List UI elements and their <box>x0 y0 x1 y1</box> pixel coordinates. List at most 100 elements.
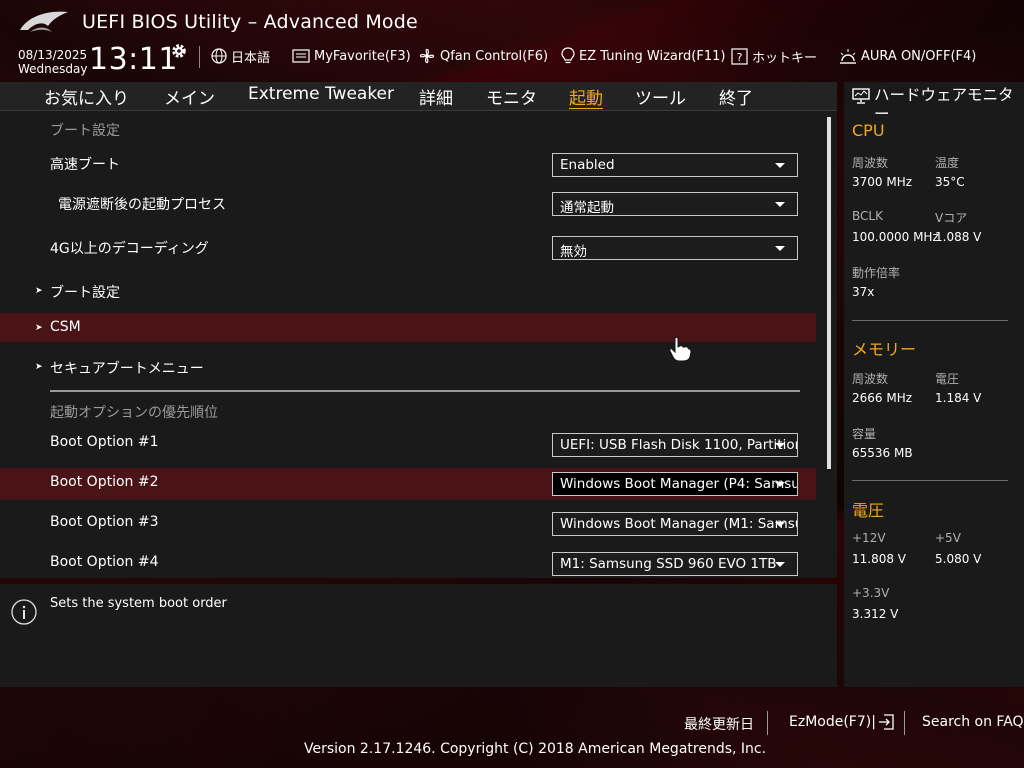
last-modified-button[interactable]: 最終更新日 <box>684 714 754 734</box>
boot-option-2-value: Windows Boot Manager (P4: Samsung SSD) <box>560 476 797 492</box>
above-4g-select[interactable]: 無効 <box>552 236 798 260</box>
fast-boot-row[interactable]: 高速ブート Enabled <box>0 146 816 182</box>
boot-option-4-row[interactable]: Boot Option #4 M1: Samsung SSD 960 EVO 1… <box>0 548 816 578</box>
chevron-down-icon <box>775 562 785 567</box>
ratio-value: 37x <box>852 285 875 299</box>
mem-volt-value: 1.184 V <box>935 391 982 405</box>
tab-exit[interactable]: 終了 <box>719 84 753 109</box>
ez-tuning-wizard-button[interactable]: EZ Tuning Wizard(F11) <box>561 47 725 65</box>
tab-monitor[interactable]: モニタ <box>486 84 537 109</box>
help-text: Sets the system boot order <box>50 596 227 611</box>
hotkey-button[interactable]: ? ホットキー <box>731 47 817 66</box>
qfan-label: Qfan Control(F6) <box>440 48 549 64</box>
v12-label: +12V <box>852 531 886 545</box>
header-separator <box>199 46 200 68</box>
scrollbar[interactable] <box>827 117 831 469</box>
power-loss-select[interactable]: 通常起動 <box>552 192 798 216</box>
date-text: 08/13/2025 <box>18 48 88 62</box>
boot-option-3-label: Boot Option #3 <box>50 514 159 530</box>
vcore-label: Vコア <box>935 211 968 225</box>
submenu-boot-config-label: ブート設定 <box>50 285 120 301</box>
qfan-control-button[interactable]: Qfan Control(F6) <box>418 47 548 65</box>
weekday-text: Wednesday <box>18 62 88 76</box>
gear-icon[interactable] <box>170 42 188 60</box>
question-icon: ? <box>731 47 748 65</box>
bclk-value: 100.0000 MHz <box>852 230 939 244</box>
cpu-temp-label: 温度 <box>935 156 960 170</box>
chevron-right-icon: ➤ <box>35 362 43 372</box>
mem-cap-label: 容量 <box>852 427 877 441</box>
search-faq-button[interactable]: Search on FAQ <box>922 714 1024 730</box>
ez-tuning-label: EZ Tuning Wizard(F11) <box>579 48 726 64</box>
tab-boot[interactable]: 起動 <box>569 84 603 109</box>
boot-option-3-row[interactable]: Boot Option #3 Windows Boot Manager (M1:… <box>0 508 816 540</box>
chevron-down-icon <box>775 163 785 168</box>
boot-option-1-select[interactable]: UEFI: USB Flash Disk 1100, Partition 1 <box>552 433 798 457</box>
help-panel: Sets the system boot order <box>0 584 837 687</box>
tab-extreme-tweaker[interactable]: Extreme Tweaker <box>248 84 394 104</box>
monitor-icon <box>852 88 870 104</box>
globe-icon <box>211 48 227 64</box>
cpu-freq-value: 3700 MHz <box>852 175 913 189</box>
boot-option-2-row[interactable]: Boot Option #2 Windows Boot Manager (P4:… <box>0 468 816 500</box>
above-4g-row[interactable]: 4G以上のデコーディング 無効 <box>0 230 816 266</box>
tab-favorites[interactable]: お気に入り <box>44 84 129 109</box>
boot-option-2-select[interactable]: Windows Boot Manager (P4: Samsung SSD) <box>552 472 798 496</box>
fan-icon <box>419 48 435 64</box>
footer-separator <box>767 711 768 735</box>
boot-config-heading: ブート設定 <box>50 123 120 139</box>
chevron-down-icon <box>775 443 785 448</box>
mem-volt-label: 電圧 <box>935 372 960 386</box>
app-title: UEFI BIOS Utility – Advanced Mode <box>82 11 418 33</box>
boot-option-3-value: Windows Boot Manager (M1: Samsung SSD) <box>560 516 797 532</box>
boot-option-3-select[interactable]: Windows Boot Manager (M1: Samsung SSD) <box>552 512 798 536</box>
mem-freq-value: 2666 MHz <box>852 391 913 405</box>
boot-option-1-value: UEFI: USB Flash Disk 1100, Partition 1 <box>560 437 798 453</box>
tab-main[interactable]: メイン <box>164 84 215 109</box>
tab-advanced[interactable]: 詳細 <box>419 84 453 109</box>
monitor-title-text: ハードウェアモニター <box>874 86 1014 123</box>
header-bar: UEFI BIOS Utility – Advanced Mode 08/13/… <box>0 0 1024 82</box>
boot-option-4-value: M1: Samsung SSD 960 EVO 1TB <box>560 556 777 572</box>
submenu-boot-config[interactable]: ➤ ブート設定 <box>0 276 816 306</box>
hardware-monitor-panel: ハードウェアモニター CPU 周波数 温度 3700 MHz 35°C BCLK… <box>844 82 1024 687</box>
cpu-temp-value: 35°C <box>935 175 965 189</box>
submenu-secure-boot[interactable]: ➤ セキュアブートメニュー <box>0 352 816 382</box>
chevron-down-icon <box>775 202 785 207</box>
above-4g-label: 4G以上のデコーディング <box>50 241 209 257</box>
mem-freq-label: 周波数 <box>852 372 889 386</box>
bclk-label: BCLK <box>852 209 883 223</box>
menu-tabs: お気に入り メイン Extreme Tweaker 詳細 モニタ 起動 ツール … <box>0 82 837 111</box>
submenu-csm[interactable]: ➤ CSM <box>0 313 816 342</box>
chevron-down-icon <box>775 482 785 487</box>
section-divider <box>50 390 800 392</box>
voltage-heading: 電圧 <box>852 501 885 520</box>
fast-boot-value: Enabled <box>560 157 615 173</box>
language-button[interactable]: 日本語 <box>211 47 271 66</box>
power-loss-row[interactable]: 電源遮断後の起動プロセス 通常起動 <box>0 186 816 222</box>
v5-value: 5.080 V <box>935 552 982 566</box>
boot-option-4-select[interactable]: M1: Samsung SSD 960 EVO 1TB <box>552 552 798 576</box>
myfavorite-button[interactable]: MyFavorite(F3) <box>292 47 411 65</box>
above-4g-value: 無効 <box>560 244 587 260</box>
power-loss-value: 通常起動 <box>560 200 614 216</box>
tab-tool[interactable]: ツール <box>635 84 686 109</box>
ezmode-button[interactable]: EzMode(F7)| <box>789 714 894 730</box>
chevron-down-icon <box>775 246 785 251</box>
fast-boot-select[interactable]: Enabled <box>552 153 798 177</box>
mem-cap-value: 65536 MB <box>852 446 913 460</box>
chevron-right-icon: ➤ <box>35 323 43 333</box>
language-label: 日本語 <box>231 50 271 66</box>
aura-toggle-button[interactable]: AURA ON/OFF(F4) <box>839 47 976 65</box>
myfavorite-label: MyFavorite(F3) <box>314 48 411 64</box>
version-text: Version 2.17.1246. Copyright (C) 2018 Am… <box>304 741 767 757</box>
boot-option-4-label: Boot Option #4 <box>50 554 159 570</box>
aura-label: AURA ON/OFF(F4) <box>861 48 977 64</box>
fast-boot-label: 高速ブート <box>50 157 120 173</box>
v33-label: +3.3V <box>852 586 890 600</box>
date-display: 08/13/2025 Wednesday <box>18 48 87 76</box>
monitor-title: ハードウェアモニター <box>852 86 1020 124</box>
footer-separator <box>904 711 905 735</box>
boot-priority-heading: 起動オプションの優先順位 <box>50 405 218 421</box>
boot-option-1-row[interactable]: Boot Option #1 UEFI: USB Flash Disk 1100… <box>0 428 816 460</box>
